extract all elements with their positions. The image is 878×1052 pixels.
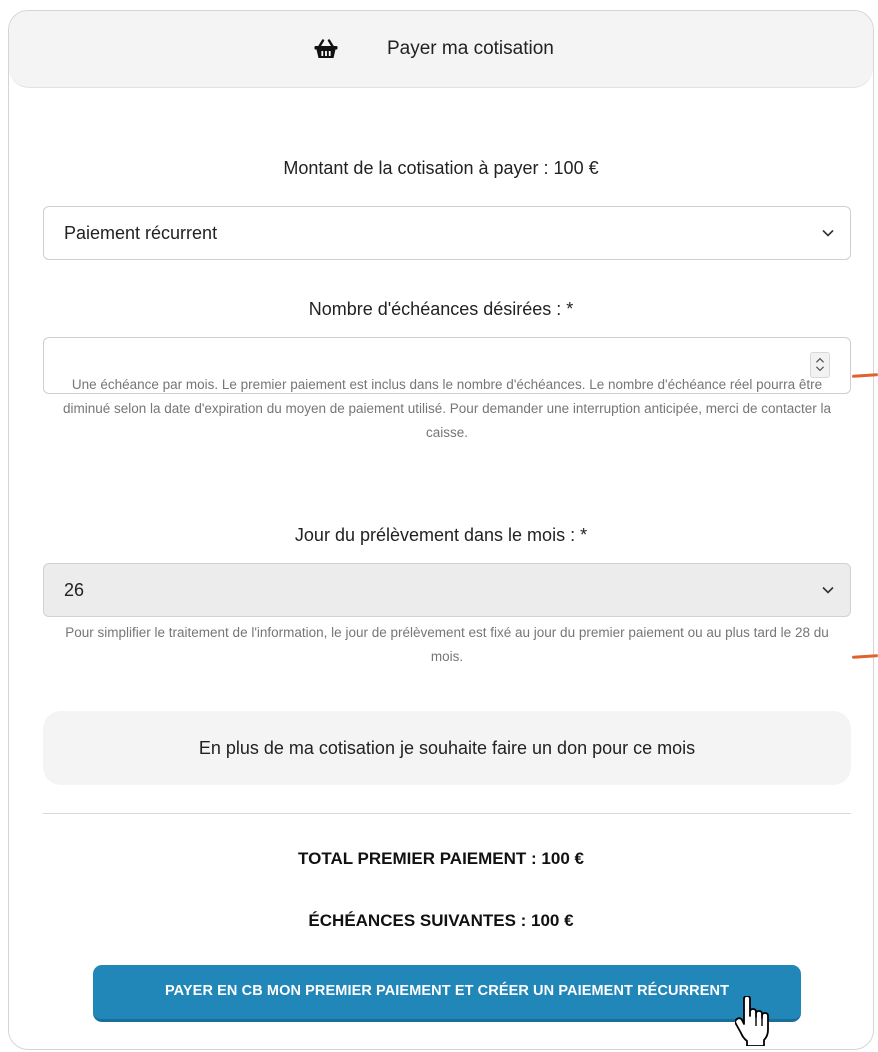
amount-text: Montant de la cotisation à payer : 100 €	[283, 158, 599, 178]
chevron-down-icon	[822, 229, 834, 237]
following-installments-total: ÉCHÉANCES SUIVANTES : 100 €	[308, 911, 574, 930]
installments-help-text: Une échéance par mois. Le premier paieme…	[62, 377, 832, 440]
payment-type-select[interactable]: Paiement récurrent	[43, 206, 851, 260]
card-header-title: Payer ma cotisation	[387, 38, 554, 59]
installments-label: Nombre d'échéances désirées : *	[308, 299, 574, 319]
divider	[43, 813, 851, 814]
debit-day-help-text: Pour simplifier le traitement de l'infor…	[65, 625, 829, 664]
card-header[interactable]: Payer ma cotisation	[9, 11, 873, 88]
total-first-payment: TOTAL PREMIER PAIEMENT : 100 €	[298, 849, 584, 868]
debit-day-value: 26	[64, 580, 85, 600]
debit-day-label: Jour du prélèvement dans le mois : *	[294, 525, 588, 545]
payment-type-value: Paiement récurrent	[64, 223, 218, 243]
hand-pointer-cursor-icon	[735, 996, 769, 1046]
donation-toggle[interactable]: En plus de ma cotisation je souhaite fai…	[43, 711, 851, 785]
chevron-down-icon	[822, 586, 834, 594]
basket-icon	[314, 39, 338, 58]
payment-card: Payer ma cotisation Montant de la cotisa…	[8, 10, 874, 1050]
pay-recurring-button[interactable]: PAYER EN CB MON PREMIER PAIEMENT ET CRÉE…	[93, 965, 801, 1022]
debit-day-select[interactable]: 26	[43, 563, 851, 617]
